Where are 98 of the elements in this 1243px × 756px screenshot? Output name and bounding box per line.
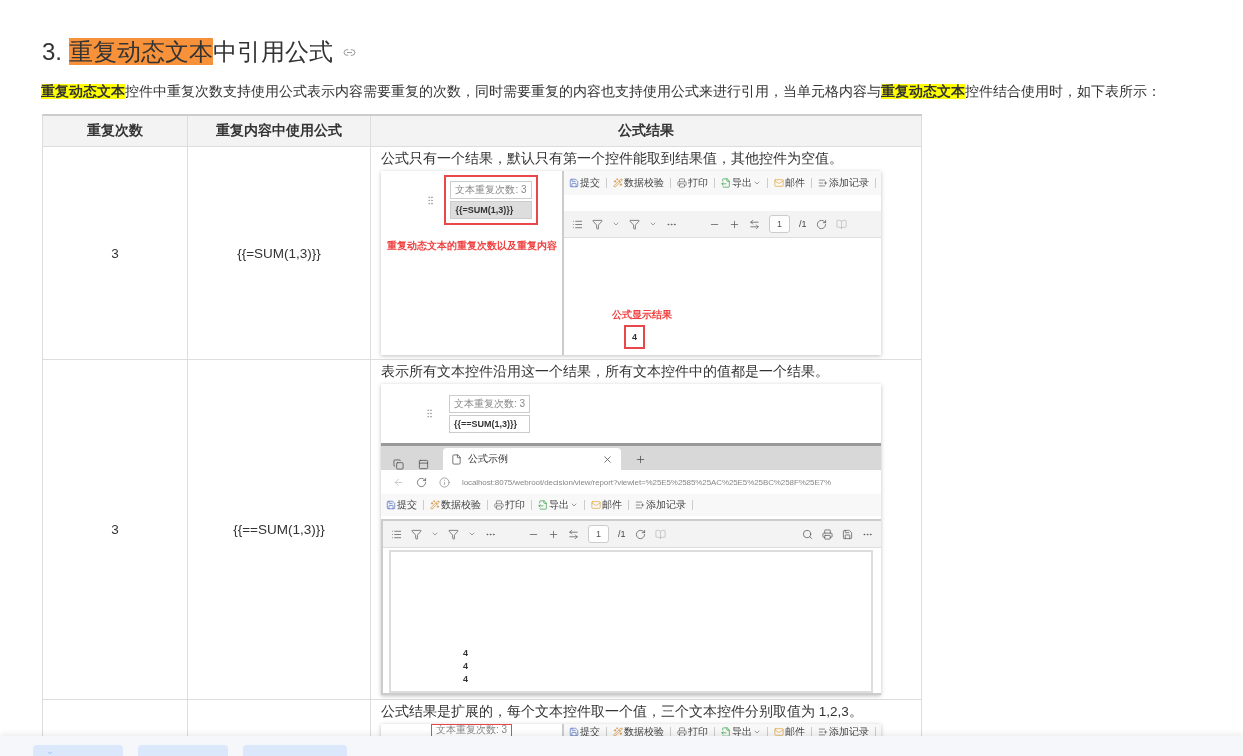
result-value: 4 bbox=[463, 673, 468, 685]
page-number-field[interactable]: 1 bbox=[769, 215, 790, 233]
printer-icon bbox=[677, 178, 687, 188]
wand-icon bbox=[613, 727, 623, 736]
result-value: 4 bbox=[463, 660, 468, 672]
close-icon bbox=[602, 453, 613, 465]
printer-icon bbox=[494, 500, 504, 510]
repeat-count-field: 文本重复次数: 3 bbox=[449, 394, 531, 413]
column-header: 重复内容中使用公式 bbox=[188, 116, 371, 147]
repeat-content-field: {{==SUM(1,3)}} bbox=[449, 414, 531, 433]
wand-icon bbox=[613, 178, 623, 188]
search-icon bbox=[802, 528, 813, 540]
column-header: 公式结果 bbox=[371, 116, 922, 147]
repeat-count-field: 文本重复次数: 3 bbox=[430, 724, 513, 736]
url-text[interactable]: localhost:8075/webroot/decision/view/report?viewlet=%25E5%2585%25AC%25E5%25BC%258F%25E7% bbox=[462, 477, 831, 487]
toolbar-button[interactable]: 数据校验 bbox=[613, 176, 664, 190]
mail-icon bbox=[774, 727, 784, 736]
result-description: 表示所有文本控件沿用这一个结果，所有文本控件中的值都是一个结果。 bbox=[381, 363, 830, 381]
nav-button[interactable] bbox=[33, 745, 123, 756]
intro-paragraph: 重复动态文本控件中重复次数支持使用公式表示内容需要重复的次数，同时需要重复的内容也支持使用公式来进行引用，当单元格内容与重复动态文本控件结合使用时，如下表所示： bbox=[41, 83, 1162, 101]
annotation-text: 公式显示结果 bbox=[612, 308, 673, 322]
printer-icon bbox=[822, 528, 833, 540]
caret-icon bbox=[431, 530, 439, 538]
table-cell: {{==SUM(1,3)}} bbox=[233, 522, 325, 537]
caret-icon bbox=[753, 728, 761, 736]
result-value: 4 bbox=[624, 325, 645, 349]
caret-icon bbox=[753, 179, 761, 187]
new-tab-icon bbox=[635, 454, 646, 465]
export-icon bbox=[721, 178, 731, 188]
save-icon bbox=[569, 178, 579, 188]
toolbar-button[interactable]: 邮件 bbox=[774, 176, 805, 190]
repeat-content-field: {{=SUM(1,3)}} bbox=[450, 201, 532, 219]
nav-button[interactable] bbox=[243, 745, 347, 756]
section-heading: 3. 重复动态文本中引用公式 bbox=[42, 37, 333, 67]
repeat-count-field: 文本重复次数: 3 bbox=[450, 181, 532, 199]
rotate-icon bbox=[634, 528, 646, 540]
back-icon bbox=[393, 476, 404, 488]
list-plus-icon bbox=[818, 178, 828, 188]
toolbar-button[interactable]: 提交 bbox=[569, 176, 600, 190]
caret-icon bbox=[570, 501, 578, 509]
table-cell: 3 bbox=[111, 522, 119, 537]
page-number-field[interactable]: 1 bbox=[588, 525, 609, 543]
info-icon bbox=[439, 476, 450, 488]
list-plus-icon bbox=[635, 500, 645, 510]
nav-button[interactable] bbox=[138, 745, 228, 756]
caret-icon bbox=[612, 220, 620, 228]
toolbar-button[interactable]: 邮件 bbox=[591, 498, 622, 512]
save-icon bbox=[569, 727, 579, 736]
caret-icon bbox=[468, 530, 476, 538]
fit-width-icon bbox=[749, 218, 760, 230]
printer-icon bbox=[677, 727, 687, 736]
toolbar-button[interactable]: 数据校验 bbox=[430, 498, 481, 512]
toolbar-button[interactable]: 数据校验 bbox=[613, 725, 664, 736]
annotation-text: 重复动态文本的重复次数以及重复内容 bbox=[386, 239, 557, 253]
rotate-icon bbox=[815, 218, 827, 230]
toolbar-button[interactable]: 打印 bbox=[677, 725, 708, 736]
toolbar-button[interactable]: 打印 bbox=[677, 176, 708, 190]
toolbar-button[interactable]: 提交 bbox=[569, 725, 600, 736]
page-total: /1 bbox=[618, 529, 626, 539]
toolbar-button[interactable]: 导出 bbox=[721, 725, 761, 736]
zoom-in-icon bbox=[548, 528, 559, 540]
tabs-icon bbox=[393, 459, 404, 470]
toolbar-button[interactable]: 添加记录 bbox=[818, 176, 869, 190]
result-description: 公式只有一个结果，默认只有第一个控件能取到结果值，其他控件为空值。 bbox=[381, 150, 844, 168]
reload-icon bbox=[416, 476, 427, 488]
save-icon bbox=[842, 528, 853, 540]
toolbar-button[interactable]: 邮件 bbox=[774, 725, 805, 736]
column-header: 重复次数 bbox=[43, 116, 188, 147]
export-icon bbox=[538, 500, 548, 510]
browser-tab[interactable]: 公式示例 bbox=[443, 448, 621, 470]
mail-icon bbox=[591, 500, 601, 510]
toolbar-button[interactable]: 提交 bbox=[386, 498, 417, 512]
caret-icon bbox=[649, 220, 657, 228]
mail-icon bbox=[774, 178, 784, 188]
toolbar-button[interactable]: 打印 bbox=[494, 498, 525, 512]
page-icon bbox=[451, 453, 462, 465]
save-icon bbox=[386, 500, 396, 510]
export-icon bbox=[721, 727, 731, 736]
toolbar-button[interactable]: 添加记录 bbox=[818, 725, 869, 736]
page-total: /1 bbox=[799, 219, 807, 229]
result-description: 公式结果是扩展的，每个文本控件取一个值，三个文本控件分别取值为 1,2,3。 bbox=[381, 703, 864, 721]
drag-handle-icon bbox=[424, 408, 435, 419]
toolbar-button[interactable]: 添加记录 bbox=[635, 498, 686, 512]
result-value: 4 bbox=[463, 647, 468, 659]
table-cell: 3 bbox=[111, 245, 119, 261]
window-icon bbox=[418, 459, 429, 470]
fit-width-icon bbox=[568, 528, 579, 540]
toolbar-button[interactable]: 导出 bbox=[721, 176, 761, 190]
book-icon bbox=[654, 528, 666, 540]
list-icon bbox=[572, 218, 583, 230]
caret-icon bbox=[47, 750, 53, 756]
table-cell: {{=SUM(1,3)}} bbox=[237, 245, 321, 261]
book-icon bbox=[835, 218, 847, 230]
toolbar-button[interactable]: 导出 bbox=[538, 498, 578, 512]
list-plus-icon bbox=[818, 727, 828, 736]
list-icon bbox=[391, 528, 402, 540]
zoom-in-icon bbox=[729, 218, 740, 230]
wand-icon bbox=[430, 500, 440, 510]
